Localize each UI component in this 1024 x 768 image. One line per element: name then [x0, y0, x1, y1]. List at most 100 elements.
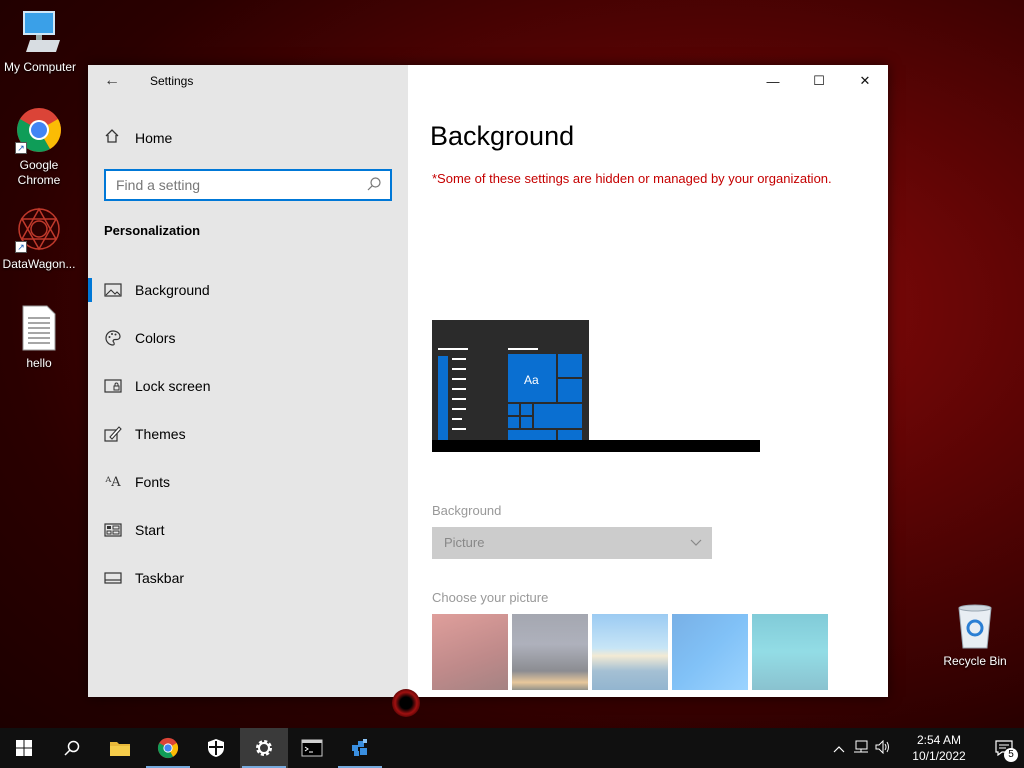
maximize-button[interactable]: ☐: [796, 65, 842, 97]
picture-thumbnail[interactable]: [432, 614, 508, 690]
background-dropdown[interactable]: Picture: [432, 527, 712, 559]
nav-item-label: Themes: [135, 426, 186, 442]
nav-item-label: Taskbar: [135, 570, 185, 586]
desktop-icon-recycle-bin[interactable]: Recycle Bin: [935, 602, 1015, 669]
taskbar-icon: [104, 569, 122, 587]
background-dropdown-value: Picture: [444, 535, 485, 550]
preview-taskbar: [432, 440, 760, 452]
nav-list: Background Colors Lock screen Themes ᴬA …: [88, 266, 408, 602]
nav-item-label: Fonts: [135, 474, 171, 490]
text-file-icon: [15, 304, 63, 352]
close-button[interactable]: ✕: [842, 65, 888, 97]
desktop-icon-datawagon[interactable]: ↗ DataWagon...: [0, 205, 79, 272]
shortcut-arrow-icon: ↗: [15, 142, 27, 154]
nav-home-label: Home: [135, 130, 173, 146]
desktop-icon-google-chrome[interactable]: ↗ Google Chrome: [0, 106, 79, 188]
nav-item-background[interactable]: Background: [88, 266, 408, 314]
nav-item-colors[interactable]: Colors: [88, 314, 408, 362]
chevron-up-icon[interactable]: [828, 741, 850, 756]
font-icon: ᴬA: [105, 474, 121, 490]
back-arrow-icon[interactable]: ←: [102, 71, 122, 91]
app-icon: [352, 739, 367, 756]
taskbar-command-prompt[interactable]: [288, 728, 336, 768]
background-label: Background: [432, 503, 502, 518]
nav-home[interactable]: Home: [104, 127, 172, 149]
gear-icon: [256, 740, 272, 756]
nav-item-label: Background: [135, 282, 210, 298]
clock-date: 10/1/2022: [912, 749, 966, 763]
taskbar-file-explorer[interactable]: [96, 728, 144, 768]
brush-icon: [104, 425, 122, 443]
search-box[interactable]: [104, 169, 392, 201]
notification-count-badge: 5: [1004, 748, 1018, 762]
chrome-icon: ↗: [15, 106, 63, 154]
preview-tile-text: Aa: [524, 373, 539, 387]
nav-item-themes[interactable]: Themes: [88, 410, 408, 458]
settings-content-pane: — ☐ ✕ Background *Some of these settings…: [408, 65, 888, 697]
desktop-icon-hello[interactable]: hello: [0, 304, 79, 371]
shortcut-arrow-icon: ↗: [15, 241, 27, 253]
taskbar-security[interactable]: [192, 728, 240, 768]
picture-thumbnail[interactable]: [752, 614, 828, 690]
managed-notice: *Some of these settings are hidden or ma…: [432, 171, 832, 186]
minimize-button[interactable]: —: [750, 65, 796, 97]
clock[interactable]: 2:54 AM 10/1/2022: [904, 732, 974, 764]
lock-screen-icon: [104, 377, 122, 395]
windows-logo-icon: [16, 740, 32, 756]
choose-picture-label: Choose your picture: [432, 590, 549, 605]
desktop-icon-label: My Computer: [3, 60, 77, 74]
search-input[interactable]: [106, 171, 356, 199]
start-icon: [104, 521, 122, 539]
page-title: Background: [430, 121, 575, 151]
nav-item-label: Start: [135, 522, 165, 538]
volume-icon[interactable]: [872, 739, 894, 757]
desktop-icon-label: Google Chrome: [17, 158, 61, 187]
chrome-icon: [157, 737, 179, 759]
nav-item-lock-screen[interactable]: Lock screen: [88, 362, 408, 410]
search-button[interactable]: [48, 728, 96, 768]
search-icon[interactable]: [366, 176, 382, 192]
chevron-down-icon: [690, 527, 702, 571]
desktop-icon-label: hello: [26, 356, 52, 370]
palette-icon: [104, 329, 122, 347]
recycle-bin-icon: [951, 602, 999, 650]
background-preview: Aa: [432, 320, 760, 452]
taskbar-app[interactable]: [336, 728, 384, 768]
folder-icon: [110, 742, 130, 756]
start-button[interactable]: [0, 728, 48, 768]
section-title: Personalization: [104, 223, 201, 238]
search-icon: [64, 740, 80, 756]
network-icon[interactable]: [850, 740, 872, 757]
shield-icon: [208, 739, 224, 757]
picture-icon: [104, 281, 122, 299]
computer-icon: [16, 8, 64, 56]
picture-thumbnail[interactable]: [592, 614, 668, 690]
taskbar-settings[interactable]: [240, 728, 288, 768]
taskbar-chrome[interactable]: [144, 728, 192, 768]
terminal-icon: [301, 739, 323, 757]
picture-thumbnail[interactable]: [512, 614, 588, 690]
settings-nav-pane: ← Settings Home Personalization Backgrou…: [88, 65, 408, 697]
home-icon: [104, 128, 124, 148]
system-tray: 2:54 AM 10/1/2022 5: [828, 728, 1024, 768]
desktop-icon-label: Recycle Bin: [943, 654, 1007, 668]
picture-thumbnails: [432, 614, 828, 690]
nav-item-label: Lock screen: [135, 378, 211, 394]
picture-thumbnail[interactable]: [672, 614, 748, 690]
nav-item-start[interactable]: Start: [88, 506, 408, 554]
preview-screen: Aa: [432, 320, 589, 440]
desktop-icon-label: DataWagon...: [2, 257, 76, 271]
window-title: Settings: [150, 74, 194, 88]
nav-item-fonts[interactable]: ᴬA Fonts: [88, 458, 408, 506]
preview-tiles: [508, 354, 582, 440]
settings-window: ← Settings Home Personalization Backgrou…: [88, 65, 888, 697]
orb-icon: [392, 689, 420, 717]
window-controls: — ☐ ✕: [750, 65, 888, 97]
taskbar: 2:54 AM 10/1/2022 5: [0, 728, 1024, 768]
clock-time: 2:54 AM: [916, 733, 962, 747]
nav-item-label: Colors: [135, 330, 176, 346]
nav-item-taskbar[interactable]: Taskbar: [88, 554, 408, 602]
notification-center-button[interactable]: 5: [984, 728, 1024, 768]
datawagon-icon: ↗: [15, 205, 63, 253]
desktop-icon-my-computer[interactable]: My Computer: [0, 8, 80, 75]
